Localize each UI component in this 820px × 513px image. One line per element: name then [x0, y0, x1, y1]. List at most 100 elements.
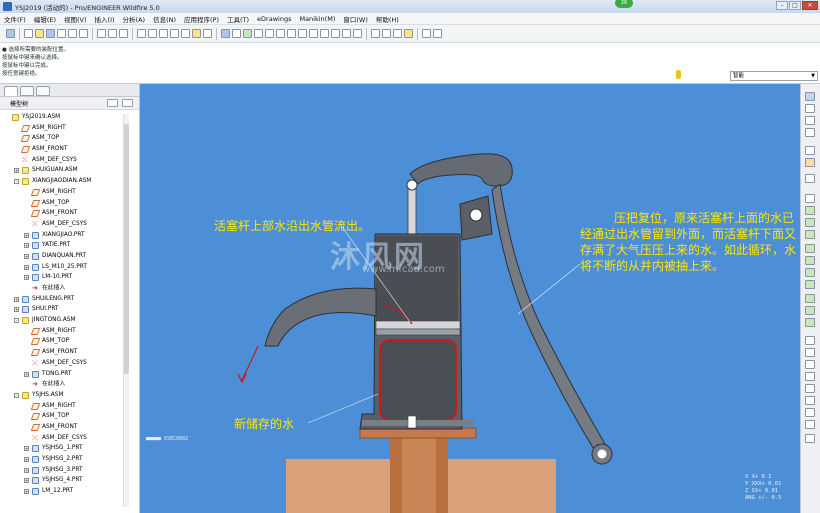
menu-manikin[interactable]: Manikin(M) — [295, 15, 339, 23]
lightbulb-icon[interactable] — [676, 70, 681, 79]
solidify-icon[interactable] — [805, 420, 815, 429]
chamfer-icon[interactable] — [805, 318, 815, 327]
menu-tools[interactable]: 工具(T) — [223, 14, 253, 24]
datum-planes-icon[interactable] — [371, 29, 380, 38]
tree-item[interactable]: + XIANGJIAO.PRT — [0, 230, 125, 241]
tree-item[interactable]: ASM_RIGHT — [0, 123, 125, 134]
model-tree-scrollbar[interactable] — [123, 114, 129, 507]
collapse-icon[interactable]: - — [14, 179, 19, 185]
menu-insert[interactable]: 插入(I) — [91, 14, 119, 24]
pattern-icon[interactable] — [805, 372, 815, 381]
rib-icon[interactable] — [805, 280, 815, 289]
tree-item[interactable]: + LM_12.PRT — [0, 486, 125, 497]
sweep-icon[interactable] — [805, 230, 815, 239]
expand-icon[interactable]: + — [24, 371, 29, 377]
tree-item[interactable]: + TONG.PRT — [0, 369, 125, 380]
tree-item[interactable]: ASM_TOP — [0, 411, 125, 422]
draft-icon[interactable] — [805, 294, 815, 303]
tree-show-icon[interactable] — [122, 99, 133, 107]
tree-item[interactable]: ⤫ ASM_DEF_CSYS — [0, 433, 125, 444]
paste-special-icon[interactable] — [181, 29, 190, 38]
tree-item[interactable]: ASM_FRONT — [0, 422, 125, 433]
expand-icon[interactable]: + — [24, 232, 29, 238]
tree-item[interactable]: ASM_TOP — [0, 133, 125, 144]
thicken-icon[interactable] — [805, 408, 815, 417]
expand-icon[interactable]: + — [14, 296, 19, 302]
menu-edrawings[interactable]: eDrawings — [253, 15, 295, 23]
reorient-icon[interactable] — [320, 29, 329, 38]
collapse-icon[interactable]: - — [14, 318, 19, 324]
tab-folder-browser[interactable] — [20, 86, 34, 96]
new-file-icon[interactable] — [24, 29, 33, 38]
tree-item[interactable]: + YATIE.PRT — [0, 240, 125, 251]
tree-item[interactable]: ASM_RIGHT — [0, 401, 125, 412]
expand-icon[interactable]: + — [24, 275, 29, 281]
refit-icon[interactable] — [309, 29, 318, 38]
email-icon[interactable] — [68, 29, 77, 38]
menu-window[interactable]: 窗口(W) — [339, 14, 372, 24]
activate-window-icon[interactable] — [108, 29, 117, 38]
menu-help[interactable]: 帮助(H) — [372, 14, 403, 24]
tree-item[interactable]: YSJ2019.ASM — [0, 112, 125, 123]
context-help-icon[interactable] — [6, 29, 15, 38]
menu-file[interactable]: 文件(F) — [0, 14, 30, 24]
expand-icon[interactable]: + — [24, 243, 29, 249]
undo-icon[interactable] — [137, 29, 146, 38]
datum-axes-icon[interactable] — [382, 29, 391, 38]
menu-view[interactable]: 视图(V) — [60, 14, 91, 24]
shading-icon[interactable] — [254, 29, 263, 38]
tree-item[interactable]: - YSJHS.ASM — [0, 390, 125, 401]
menu-edit[interactable]: 编辑(E) — [30, 14, 60, 24]
tree-item[interactable]: + YSJHSG_2.PRT — [0, 454, 125, 465]
selection-filter-dropdown[interactable]: 智能 ▼ — [730, 71, 818, 81]
selection-icon[interactable] — [232, 29, 241, 38]
analysis-feature-icon[interactable] — [805, 174, 815, 183]
collapse-icon[interactable]: - — [14, 392, 19, 398]
tree-item[interactable]: + LS_M10_25.PRT — [0, 262, 125, 273]
tree-item[interactable]: + LM-10.PRT — [0, 272, 125, 283]
datum-axis-icon[interactable] — [805, 104, 815, 113]
redo-icon[interactable] — [148, 29, 157, 38]
csys-icon[interactable] — [805, 158, 815, 167]
menu-applications[interactable]: 应用程序(P) — [180, 14, 223, 24]
maximize-button[interactable]: □ — [789, 1, 801, 10]
orient-icon[interactable] — [276, 29, 285, 38]
save-icon[interactable] — [46, 29, 55, 38]
tree-settings-icon[interactable] — [107, 99, 118, 107]
menu-info[interactable]: 信息(N) — [149, 14, 180, 24]
tree-item[interactable]: ASM_FRONT — [0, 144, 125, 155]
hole-icon[interactable] — [805, 256, 815, 265]
annotations-icon[interactable] — [422, 29, 431, 38]
regen-manager-icon[interactable] — [203, 29, 212, 38]
graphics-window[interactable]: 沐风网 www.mfcad.com 活塞杆上部水沿出水管流出。 压把复位，原来活… — [140, 84, 800, 513]
tree-item[interactable]: - JINGTONG.ASM — [0, 315, 125, 326]
datum-points-icon[interactable] — [393, 29, 402, 38]
tree-item[interactable]: + SHUILENG.PRT — [0, 294, 125, 305]
find-icon[interactable] — [221, 29, 230, 38]
blend-icon[interactable] — [805, 244, 815, 253]
round-icon[interactable] — [805, 306, 815, 315]
offset-icon[interactable] — [805, 396, 815, 405]
tab-favorites[interactable] — [36, 86, 50, 96]
view-manager-icon[interactable] — [353, 29, 362, 38]
trim-icon[interactable] — [805, 360, 815, 369]
tree-item[interactable]: - XIANGJIAODIAN.ASM — [0, 176, 125, 187]
tree-item[interactable]: + YSJHSG_3.PRT — [0, 465, 125, 476]
tree-item[interactable]: + DIANQUAN.PRT — [0, 251, 125, 262]
tree-item[interactable]: ASM_RIGHT — [0, 326, 125, 337]
datum-curve-icon[interactable] — [805, 128, 815, 137]
expand-icon[interactable]: + — [24, 467, 29, 473]
expand-icon[interactable]: + — [14, 168, 19, 174]
zoom-out-icon[interactable] — [298, 29, 307, 38]
tree-item[interactable]: ➔ 在此插入 — [0, 283, 125, 294]
paste-icon[interactable] — [170, 29, 179, 38]
appearance-icon[interactable] — [243, 29, 252, 38]
expand-icon[interactable]: + — [24, 446, 29, 452]
copy-icon[interactable] — [159, 29, 168, 38]
tree-item[interactable]: ASM_FRONT — [0, 208, 125, 219]
datum-point-icon[interactable] — [805, 146, 815, 155]
tree-item[interactable]: + YSJHSG_4.PRT — [0, 475, 125, 486]
expand-icon[interactable]: + — [24, 253, 29, 259]
tree-item[interactable]: ⤫ ASM_DEF_CSYS — [0, 219, 125, 230]
extend-icon[interactable] — [805, 384, 815, 393]
